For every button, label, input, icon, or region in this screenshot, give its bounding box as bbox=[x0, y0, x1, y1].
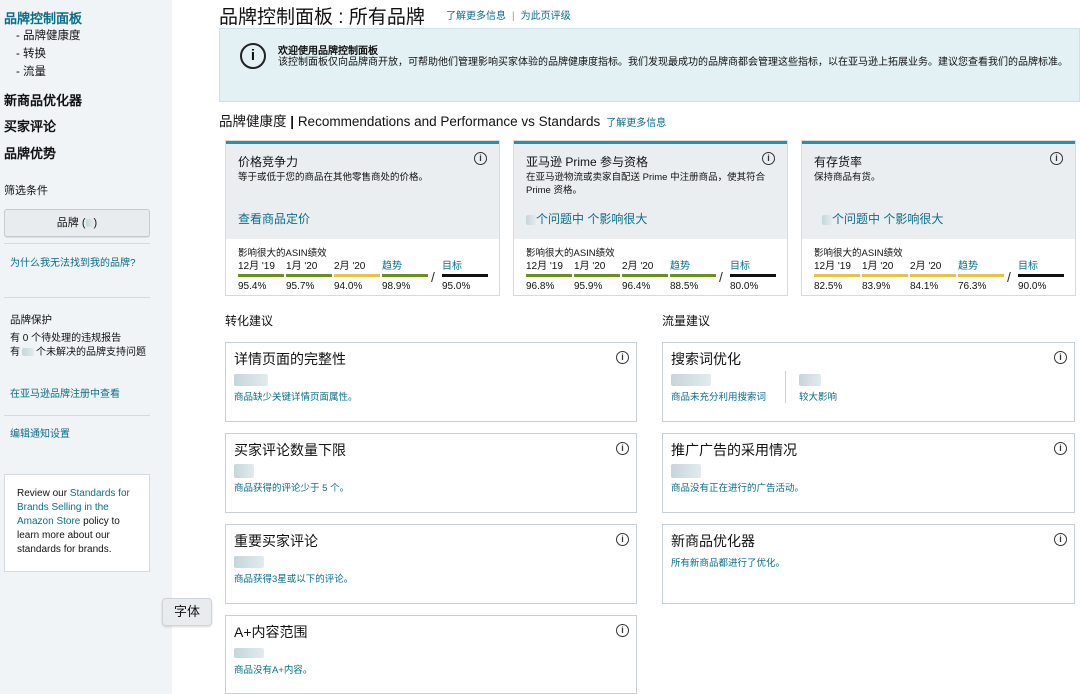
rec-title: 买家评论数量下限 bbox=[234, 442, 346, 458]
welcome-banner: i 欢迎使用品牌控制面板 该控制面板仅向品牌商开放，可帮助他们管理影响买家体验的… bbox=[219, 28, 1080, 102]
info-icon[interactable]: i bbox=[1054, 442, 1067, 455]
metric-card-price: 价格竞争力 i 等于或低于您的商品在其他零售商处的价格。 查看商品定价 影响很大… bbox=[225, 140, 500, 296]
rec-card-aplus-content[interactable]: A+内容范围 i 商品没有A+内容。 bbox=[225, 615, 637, 694]
brand-protection-title: 品牌保护 bbox=[10, 314, 52, 326]
sidebar-item-new-product-optimizer[interactable]: 新商品优化器 bbox=[4, 90, 82, 109]
sidebar-subitem-conversion[interactable]: - 转换 bbox=[16, 45, 46, 61]
info-icon[interactable]: i bbox=[1050, 152, 1063, 165]
brand-filter-label: 品牌 ( bbox=[56, 217, 86, 229]
rec-desc: 商品未充分利用搜索词 bbox=[671, 392, 767, 403]
view-pricing-link[interactable]: 查看商品定价 bbox=[238, 210, 310, 227]
page-title: 品牌控制面板 : 所有品牌 bbox=[219, 7, 425, 28]
metric-title: 亚马逊 Prime 参与资格 bbox=[526, 155, 649, 169]
sidebar-subitem-traffic[interactable]: - 流量 bbox=[16, 63, 46, 79]
rec-title: 详情页面的完整性 bbox=[234, 351, 346, 367]
rec-card-new-product-optimizer[interactable]: 新商品优化器 i 所有新商品都进行了优化。 bbox=[662, 524, 1075, 604]
brand-filter-label-end: ) bbox=[93, 217, 98, 229]
info-icon[interactable]: i bbox=[1054, 533, 1067, 546]
rec-card-detail-page[interactable]: 详情页面的完整性 i 商品缺少关键详情页面属性。 bbox=[225, 342, 637, 422]
sidebar-item-brand-dashboard[interactable]: 品牌控制面板 bbox=[4, 8, 82, 27]
sidebar-item-customer-reviews[interactable]: 买家评论 bbox=[4, 116, 56, 135]
metric-desc: 保持商品有货。 bbox=[814, 172, 881, 183]
in-stock-issues-link[interactable]: 个问题中 个影响很大 bbox=[822, 210, 943, 227]
metric-card-in-stock: 有存货率 i 保持商品有货。 个问题中 个影响很大 影响很大的ASIN绩效 12… bbox=[801, 140, 1076, 296]
prime-issues-link[interactable]: 个问题中 个影响很大 bbox=[526, 210, 647, 227]
brand-standards-card: Review our Standards for Brands Selling … bbox=[4, 474, 150, 572]
brand-registry-link[interactable]: 在亚马逊品牌注册中查看 bbox=[10, 388, 140, 402]
rec-title: 新商品优化器 bbox=[671, 533, 755, 549]
rec-title: 重要买家评论 bbox=[234, 533, 318, 549]
info-icon[interactable]: i bbox=[474, 152, 487, 165]
learn-more-link[interactable]: 了解更多信息 bbox=[446, 11, 506, 22]
rec-desc: 商品缺少关键详情页面属性。 bbox=[234, 392, 358, 403]
rec-card-search-terms[interactable]: 搜索词优化 i 商品未充分利用搜索词 较大影响 bbox=[662, 342, 1075, 422]
rec-title: A+内容范围 bbox=[234, 624, 308, 640]
filter-label: 筛选条件 bbox=[4, 185, 48, 197]
metric-card-prime: 亚马逊 Prime 参与资格 i 在亚马逊物流或卖家自配送 Prime 中注册商… bbox=[513, 140, 788, 296]
metric-desc: 等于或低于您的商品在其他零售商处的价格。 bbox=[238, 172, 429, 183]
metric-title: 有存货率 bbox=[814, 155, 863, 169]
info-icon[interactable]: i bbox=[1054, 351, 1067, 364]
info-icon[interactable]: i bbox=[616, 351, 629, 364]
rec-title: 搜索词优化 bbox=[671, 351, 741, 367]
rate-page-link[interactable]: 为此页评级 bbox=[521, 11, 571, 22]
brand-health-heading: 品牌健康度 | Recommendations and Performance … bbox=[219, 114, 667, 129]
edit-notifications-link[interactable]: 编辑通知设置 bbox=[10, 428, 140, 442]
banner-title: 欢迎使用品牌控制面板 bbox=[278, 46, 378, 57]
banner-text: 该控制面板仅向品牌商开放，可帮助他们管理影响买家体验的品牌健康度指标。我们发现最… bbox=[278, 57, 1068, 68]
conversion-heading: 转化建议 bbox=[225, 314, 274, 328]
rec-card-critical-reviews[interactable]: 重要买家评论 i 商品获得3星或以下的评论。 bbox=[225, 524, 637, 604]
sidebar: 品牌控制面板 - 品牌健康度 - 转换 - 流量 新商品优化器 买家评论 品牌优… bbox=[0, 0, 172, 694]
brand-dashboard-page: 品牌控制面板 - 品牌健康度 - 转换 - 流量 新商品优化器 买家评论 品牌优… bbox=[0, 0, 1080, 694]
metric-title: 价格竞争力 bbox=[238, 155, 299, 169]
rec-desc: 商品获得的评论少于 5 个。 bbox=[234, 483, 350, 494]
header-links: 了解更多信息 | 为此页评级 bbox=[446, 11, 571, 22]
font-tooltip[interactable]: 字体 bbox=[162, 598, 212, 626]
brand-filter-button[interactable]: 品牌 () bbox=[4, 209, 150, 237]
rec-card-min-reviews[interactable]: 买家评论数量下限 i 商品获得的评论少于 5 个。 bbox=[225, 433, 637, 513]
info-icon: i bbox=[240, 43, 266, 69]
info-icon[interactable]: i bbox=[616, 533, 629, 546]
sidebar-item-brand-strength[interactable]: 品牌优势 bbox=[4, 143, 56, 162]
info-icon[interactable]: i bbox=[616, 624, 629, 637]
support-issues-text: 有个未解决的品牌支持问题 bbox=[10, 347, 146, 358]
metric-desc: 在亚马逊物流或卖家自配送 Prime 中注册商品，使其符合 Prime 资格。 bbox=[526, 172, 766, 196]
health-learn-more-link[interactable]: 了解更多信息 bbox=[606, 118, 666, 129]
rec-desc: 商品没有A+内容。 bbox=[234, 665, 313, 676]
sidebar-subitem-brand-health[interactable]: - 品牌健康度 bbox=[16, 27, 81, 43]
rec-impact: 较大影响 bbox=[799, 392, 838, 403]
info-icon[interactable]: i bbox=[762, 152, 775, 165]
traffic-heading: 流量建议 bbox=[662, 314, 711, 328]
rec-desc: 商品没有正在进行的广告活动。 bbox=[671, 483, 805, 494]
violations-text: 有 0 个待处理的违规报告 bbox=[10, 333, 122, 344]
rec-title: 推广广告的采用情况 bbox=[671, 442, 797, 458]
rec-desc: 商品获得3星或以下的评论。 bbox=[234, 574, 354, 585]
rec-card-sponsored-ads[interactable]: 推广广告的采用情况 i 商品没有正在进行的广告活动。 bbox=[662, 433, 1075, 513]
rec-desc: 所有新商品都进行了优化。 bbox=[671, 558, 786, 569]
why-cant-find-brand-link[interactable]: 为什么我无法找到我的品牌? bbox=[10, 257, 140, 271]
info-icon[interactable]: i bbox=[616, 442, 629, 455]
